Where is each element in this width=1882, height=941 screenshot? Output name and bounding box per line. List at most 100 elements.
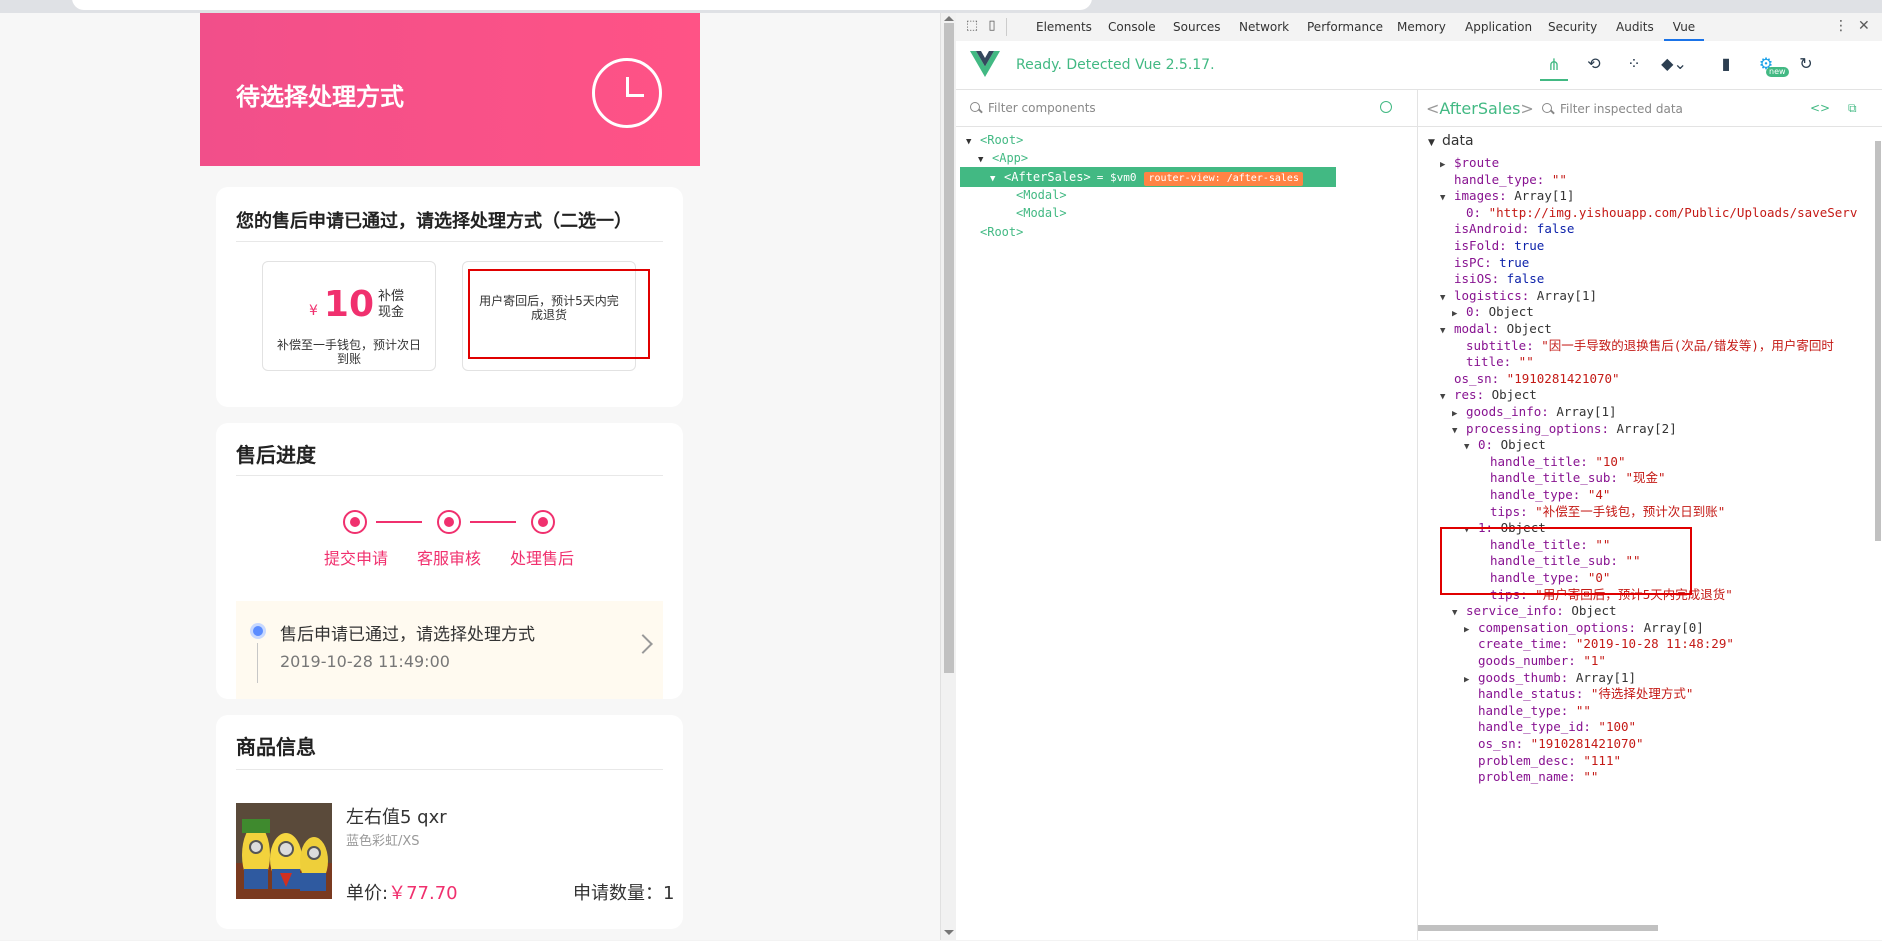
data-value: Object xyxy=(1481,304,1534,320)
data-key: 0: xyxy=(1466,204,1482,220)
data-value: Array[1] xyxy=(1529,287,1597,303)
tab-security[interactable]: Security xyxy=(1548,13,1597,41)
data-key: 0: xyxy=(1466,304,1482,320)
chevron-right-icon[interactable] xyxy=(633,634,653,654)
new-badge: new xyxy=(1766,67,1789,77)
tab-sources[interactable]: Sources xyxy=(1173,13,1220,41)
filter-components-input[interactable] xyxy=(986,100,1350,116)
tree-node-app[interactable]: ▼ <App> xyxy=(978,148,1028,168)
tab-performance[interactable]: Performance xyxy=(1307,13,1383,41)
data-value: false xyxy=(1499,271,1545,287)
performance-icon[interactable]: ▮ xyxy=(1712,49,1740,77)
inspector-scrollbar-thumb[interactable] xyxy=(1875,141,1881,541)
data-value: "4" xyxy=(1580,487,1611,502)
goods-spec: 蓝色彩虹/XS xyxy=(346,834,420,849)
devtools-tabbar: ⬚ ▯ Elements Console Sources Network Per… xyxy=(956,13,1882,42)
price-value: ￥77.70 xyxy=(388,883,458,904)
devtools-panel: ⬚ ▯ Elements Console Sources Network Per… xyxy=(956,13,1882,940)
step-dot-review xyxy=(437,510,461,534)
scroll-down-arrow[interactable] xyxy=(944,930,954,935)
tree-node-modal[interactable]: <Modal> xyxy=(1016,185,1067,205)
browser-toolbar xyxy=(0,0,1882,13)
device-toolbar-icon[interactable]: ▯ xyxy=(984,18,1000,34)
data-key: goods_thumb: xyxy=(1478,669,1569,685)
vuex-icon[interactable]: ⁘ xyxy=(1620,49,1648,77)
data-key: problem_name: xyxy=(1478,769,1576,785)
tree-node-aftersales[interactable]: ▼ <AfterSales> = $vm0 router-view: /after-s… xyxy=(960,167,1336,187)
address-bar[interactable] xyxy=(72,0,1092,10)
vue-status: Ready. Detected Vue 2.5.17. xyxy=(1016,57,1215,73)
timeline-line xyxy=(257,643,258,683)
notice-time: 2019-10-28 11:49:00 xyxy=(280,652,450,671)
data-value: Object xyxy=(1493,437,1546,453)
data-value: "" xyxy=(1511,354,1534,370)
data-key: handle_title_sub: xyxy=(1490,470,1618,486)
step-label-process: 处理售后 xyxy=(510,549,575,568)
timeline-dot xyxy=(250,623,266,639)
progress-notice[interactable]: 售后申请已通过，请选择处理方式 2019-10-28 11:49:00 xyxy=(236,601,663,699)
filter-inspected-data-input[interactable] xyxy=(1558,101,1782,117)
annotation-highlight-box xyxy=(1440,527,1692,595)
open-in-editor-icon[interactable]: ⧉ xyxy=(1848,101,1857,116)
page-scrollbar[interactable] xyxy=(940,13,957,940)
components-icon[interactable]: ⋔ xyxy=(1540,49,1568,81)
data-value: "1" xyxy=(1575,653,1606,668)
select-component-icon[interactable] xyxy=(1380,101,1392,113)
data-key: isAndroid: xyxy=(1454,221,1530,237)
data-key: handle_type: xyxy=(1490,487,1581,502)
data-key: goods_number: xyxy=(1478,653,1576,668)
page-scrollbar-thumb[interactable] xyxy=(944,23,954,673)
data-value: Array[1] xyxy=(1568,669,1637,685)
unit-price: 单价:￥77.70 xyxy=(346,883,458,904)
component-tree-pane: ▼<Root> ▼<App> ▼<AfterSales>= $vm0router… xyxy=(956,90,1418,940)
refresh-icon[interactable]: ↻ xyxy=(1792,49,1820,77)
inspected-component-name: <AfterSales> xyxy=(1426,99,1534,118)
select-card-title: 您的售后申请已通过，请选择处理方式（二选一） xyxy=(236,211,632,232)
tree-node-root[interactable]: ▼ <Root> xyxy=(966,130,1023,150)
inspect-element-icon[interactable]: ⬚ xyxy=(964,18,980,34)
scroll-up-arrow[interactable] xyxy=(944,16,954,21)
routing-icon[interactable]: ◆⌄ xyxy=(1660,49,1688,77)
annotation-highlight-box xyxy=(468,269,650,359)
compensation-amount: ¥ 10 补偿现金 xyxy=(309,284,408,325)
close-icon[interactable]: ✕ xyxy=(1858,18,1870,34)
status-title: 待选择处理方式 xyxy=(236,83,404,111)
inspector-header: <AfterSales> <> ⧉ xyxy=(1418,90,1882,127)
data-key: isiOS: xyxy=(1454,271,1500,287)
step-dot-submit xyxy=(343,510,367,534)
data-key: res: xyxy=(1454,387,1485,403)
tab-memory[interactable]: Memory xyxy=(1397,13,1446,41)
apply-quantity: 申请数量：1 xyxy=(573,883,675,904)
inspect-dom-icon[interactable]: <> xyxy=(1810,101,1830,115)
history-icon[interactable]: ⟲ xyxy=(1580,49,1608,77)
data-value: "" xyxy=(1544,171,1567,187)
tab-audits[interactable]: Audits xyxy=(1616,13,1654,41)
more-options-icon[interactable]: ⋮ xyxy=(1834,18,1848,34)
data-section-header[interactable]: ▼ data xyxy=(1428,133,1474,149)
data-tree-row: problem_name: "" xyxy=(1464,767,1598,787)
minions-image xyxy=(236,803,332,899)
tree-node-root[interactable]: <Root> xyxy=(980,222,1023,242)
tab-application[interactable]: Application xyxy=(1465,13,1532,41)
data-value: Object xyxy=(1484,387,1537,403)
tab-elements[interactable]: Elements xyxy=(1036,13,1092,41)
option-compensate-cash[interactable]: ¥ 10 补偿现金 补偿至一手钱包，预计次日到账 xyxy=(262,261,436,371)
tree-node-modal[interactable]: <Modal> xyxy=(1016,203,1067,223)
step-dot-process xyxy=(531,510,555,534)
data-value: "1910281421070" xyxy=(1499,370,1620,386)
goods-thumbnail[interactable] xyxy=(236,803,332,899)
tab-console[interactable]: Console xyxy=(1108,13,1156,41)
data-value: Array[2] xyxy=(1609,420,1677,436)
tab-network[interactable]: Network xyxy=(1239,13,1289,41)
inspector-hscrollbar[interactable] xyxy=(1418,925,1658,931)
data-key: $route xyxy=(1454,155,1500,170)
settings-icon[interactable]: ⚙ new xyxy=(1752,49,1789,77)
data-key: problem_desc: xyxy=(1478,752,1576,768)
step-connector xyxy=(470,521,516,523)
inspector-scrollbar[interactable] xyxy=(1874,141,1882,941)
data-key: os_sn: xyxy=(1478,736,1524,751)
data-value: true xyxy=(1491,254,1530,270)
tab-vue[interactable]: Vue xyxy=(1664,13,1704,41)
vue-devtools-toolbar: Ready. Detected Vue 2.5.17. ⋔ ⟲ ⁘ ◆⌄ ▮ ⚙… xyxy=(956,41,1882,90)
data-value: Array[1] xyxy=(1548,404,1617,419)
